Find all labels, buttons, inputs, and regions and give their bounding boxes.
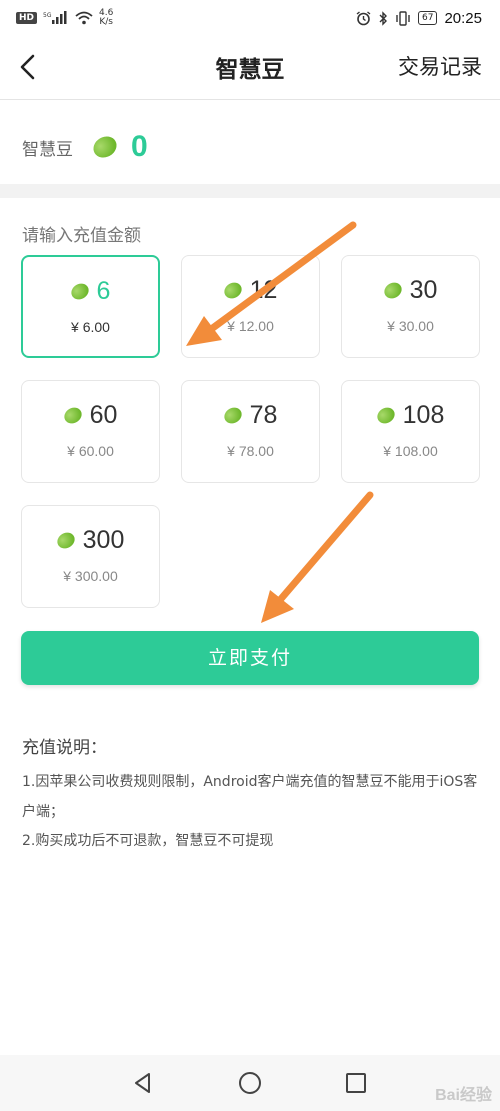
option-price: ¥ 12.00 xyxy=(227,318,274,334)
option-amount: 60 xyxy=(89,401,118,429)
bean-icon xyxy=(61,404,85,427)
recharge-option-12[interactable]: 12 ¥ 12.00 xyxy=(181,255,320,358)
hd-badge: HD xyxy=(16,12,38,24)
recharge-option-108[interactable]: 108 ¥ 108.00 xyxy=(341,380,480,483)
bluetooth-icon xyxy=(379,10,387,26)
balance-value: 0 xyxy=(131,130,148,163)
bean-icon xyxy=(381,279,405,302)
battery-indicator: 67 xyxy=(418,11,438,25)
vibrate-icon xyxy=(396,10,410,26)
wifi-icon xyxy=(75,11,93,25)
status-bar: HD 5G 4.6 K/s 67 20:25 xyxy=(0,0,500,36)
status-right: 67 20:25 xyxy=(356,10,482,27)
option-amount: 78 xyxy=(249,401,278,429)
balance-label: 智慧豆 xyxy=(22,139,73,160)
alarm-icon xyxy=(356,10,371,25)
transaction-record-link[interactable]: 交易记录 xyxy=(398,51,482,81)
option-price: ¥ 78.00 xyxy=(227,443,274,459)
bean-icon xyxy=(54,529,78,552)
option-amount: 300 xyxy=(82,526,125,554)
option-amount: 12 xyxy=(249,276,278,304)
pay-now-button[interactable]: 立即支付 xyxy=(21,631,479,685)
bean-icon xyxy=(89,132,121,162)
net-speed: 4.6 K/s xyxy=(99,9,113,27)
notes-title: 充值说明： xyxy=(22,738,107,758)
net-speed-unit: K/s xyxy=(99,17,113,27)
option-price: ¥ 108.00 xyxy=(383,443,438,459)
bean-icon xyxy=(221,404,245,427)
signal-label: 5G xyxy=(43,12,52,19)
triangle-back-icon[interactable] xyxy=(129,1069,157,1097)
option-price: ¥ 6.00 xyxy=(71,319,110,335)
option-amount: 30 xyxy=(409,276,438,304)
note-line-2: 2.购买成功后不可退款，智慧豆不可提现 xyxy=(22,833,274,849)
option-amount: 108 xyxy=(402,401,445,429)
recharge-amount-label: 请输入充值金额 xyxy=(22,226,141,246)
note-line-1: 1.因苹果公司收费规则限制，Android客户端充值的智慧豆不能用于iOS客户端… xyxy=(22,774,478,820)
recharge-option-78[interactable]: 78 ¥ 78.00 xyxy=(181,380,320,483)
recharge-option-30[interactable]: 30 ¥ 30.00 xyxy=(341,255,480,358)
recharge-option-300[interactable]: 300 ¥ 300.00 xyxy=(21,505,160,608)
option-price: ¥ 60.00 xyxy=(67,443,114,459)
option-price: ¥ 300.00 xyxy=(63,568,118,584)
system-nav-bar xyxy=(0,1055,500,1111)
recharge-option-60[interactable]: 60 ¥ 60.00 xyxy=(21,380,160,483)
circle-home-icon[interactable] xyxy=(236,1069,264,1097)
balance-row: 智慧豆 0 xyxy=(0,110,500,184)
watermark: Bai经验 xyxy=(435,1087,492,1104)
status-time: 20:25 xyxy=(444,9,482,27)
recharge-option-6[interactable]: 6 ¥ 6.00 xyxy=(21,255,160,358)
status-left: HD 5G 4.6 K/s xyxy=(16,9,113,27)
bean-icon xyxy=(374,404,398,427)
cell-signal-icon: 5G xyxy=(43,11,67,24)
nav-bar: 智慧豆 交易记录 xyxy=(0,36,500,100)
section-divider xyxy=(0,184,500,198)
arrow-to-pay-icon xyxy=(261,491,374,623)
square-recent-icon[interactable] xyxy=(342,1069,370,1097)
option-price: ¥ 30.00 xyxy=(387,318,434,334)
bean-icon xyxy=(68,280,92,303)
option-amount: 6 xyxy=(96,277,111,305)
bean-icon xyxy=(221,279,245,302)
